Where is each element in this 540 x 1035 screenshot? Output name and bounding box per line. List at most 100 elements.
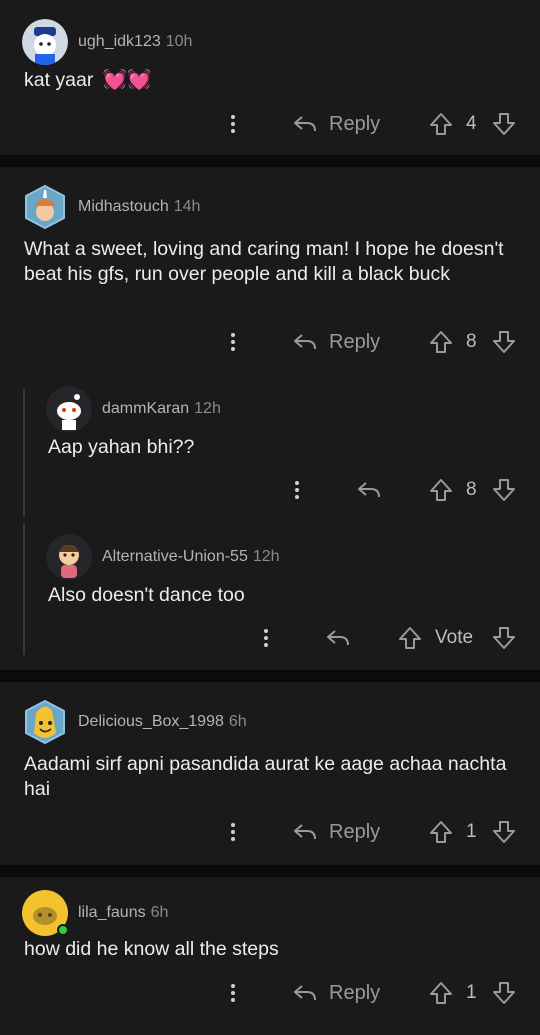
comment-actions: Reply 4 — [0, 108, 540, 140]
upvote-button[interactable] — [429, 108, 453, 140]
comment-actions: 8 — [0, 474, 540, 506]
downvote-button[interactable] — [492, 326, 516, 358]
more-options-button[interactable] — [287, 474, 307, 506]
more-options-icon — [264, 629, 268, 647]
username[interactable]: ugh_idk123 — [78, 33, 161, 51]
timestamp: 12h — [194, 400, 221, 417]
downvote-arrow-icon — [493, 821, 515, 843]
avatar[interactable] — [22, 184, 68, 230]
comment-actions: Reply 1 — [0, 816, 540, 848]
comment-actions: Reply 1 — [0, 977, 540, 1009]
comment-card: lila_fauns 6h how did he know all the st… — [0, 877, 540, 1035]
timestamp: 6h — [228, 713, 247, 730]
comment-actions: Reply 8 — [0, 326, 540, 358]
downvote-arrow-icon — [493, 627, 515, 649]
reply-header: Alternative-Union-55 12h — [46, 534, 280, 580]
reply-label: Reply — [329, 112, 381, 135]
upvote-button[interactable] — [429, 977, 453, 1009]
username[interactable]: Delicious_Box_1998 — [78, 713, 224, 731]
reply-label: Reply — [329, 981, 381, 1004]
vote-count: 1 — [466, 982, 477, 1003]
upvote-arrow-icon — [430, 821, 452, 843]
comment-text: Aap yahan bhi?? — [48, 436, 195, 458]
more-options-icon — [231, 333, 235, 351]
downvote-arrow-icon — [493, 331, 515, 353]
more-options-icon — [231, 823, 235, 841]
comment-card: Delicious_Box_1998 6h Aadami sirf apni p… — [0, 682, 540, 865]
reply-header: dammKaran 12h — [46, 386, 221, 432]
comment-header: Delicious_Box_1998 6h — [22, 699, 247, 745]
reply-label: Reply — [329, 820, 381, 843]
reply-button[interactable]: Reply — [292, 977, 380, 1009]
comment-actions: Vote — [0, 622, 540, 654]
downvote-button[interactable] — [492, 622, 516, 654]
downvote-button[interactable] — [492, 977, 516, 1009]
username[interactable]: dammKaran — [102, 400, 189, 418]
downvote-arrow-icon — [493, 982, 515, 1004]
username[interactable]: Midhastouch — [78, 198, 169, 216]
comment-card: Midhastouch 14h What a sweet, loving and… — [0, 167, 540, 670]
heart-emoji: 💓💓 — [102, 69, 152, 91]
username[interactable]: lila_fauns — [78, 904, 146, 922]
downvote-arrow-icon — [493, 479, 515, 501]
reply-arrow-icon — [294, 334, 316, 350]
reply-arrow-icon — [294, 985, 316, 1001]
avatar[interactable] — [46, 386, 92, 432]
reply-arrow-icon — [294, 824, 316, 840]
more-options-button[interactable] — [223, 816, 243, 848]
timestamp: 14h — [173, 198, 201, 215]
comment-text: Also doesn't dance too — [48, 584, 245, 606]
comment-text: Aadami sirf apni pasandida aurat ke aage… — [24, 753, 507, 800]
comment-text: What a sweet, loving and caring man! I h… — [24, 238, 504, 285]
upvote-button[interactable] — [429, 474, 453, 506]
reply-button[interactable] — [325, 622, 351, 654]
vote-count: 8 — [466, 331, 477, 352]
timestamp: 12h — [252, 548, 280, 565]
more-options-button[interactable] — [256, 622, 276, 654]
upvote-button[interactable] — [429, 816, 453, 848]
avatar[interactable] — [22, 19, 68, 65]
comment-text: kat yaar 💓💓 — [24, 69, 152, 91]
upvote-arrow-icon — [430, 113, 452, 135]
reply-button[interactable]: Reply — [292, 108, 380, 140]
vote-count: 8 — [466, 479, 477, 500]
vote-count: 4 — [466, 113, 477, 134]
more-options-icon — [231, 984, 235, 1002]
more-options-button[interactable] — [223, 326, 243, 358]
avatar[interactable] — [46, 534, 92, 580]
vote-count: 1 — [466, 821, 477, 842]
more-options-icon — [231, 115, 235, 133]
upvote-arrow-icon — [430, 331, 452, 353]
downvote-button[interactable] — [492, 108, 516, 140]
downvote-button[interactable] — [492, 474, 516, 506]
downvote-button[interactable] — [492, 816, 516, 848]
reply-arrow-icon — [358, 482, 380, 498]
timestamp: 6h — [150, 904, 169, 921]
reply-button[interactable] — [356, 474, 382, 506]
upvote-arrow-icon — [430, 982, 452, 1004]
upvote-button[interactable] — [398, 622, 422, 654]
online-indicator — [57, 924, 69, 936]
comment-header: Midhastouch 14h — [22, 184, 200, 230]
vote-label: Vote — [435, 627, 474, 648]
avatar[interactable] — [22, 890, 69, 936]
comment-header: ugh_idk123 10h — [22, 19, 192, 65]
timestamp: 10h — [165, 33, 193, 50]
downvote-arrow-icon — [493, 113, 515, 135]
reply-button[interactable]: Reply — [292, 816, 380, 848]
comment-header: lila_fauns 6h — [22, 890, 168, 936]
username[interactable]: Alternative-Union-55 — [102, 548, 248, 566]
reply-label: Reply — [329, 330, 381, 353]
more-options-icon — [295, 481, 299, 499]
reply-arrow-icon — [294, 116, 316, 132]
avatar[interactable] — [22, 699, 68, 745]
more-options-button[interactable] — [223, 977, 243, 1009]
upvote-arrow-icon — [430, 479, 452, 501]
more-options-button[interactable] — [223, 108, 243, 140]
upvote-arrow-icon — [399, 627, 421, 649]
upvote-button[interactable] — [429, 326, 453, 358]
comment-card: ugh_idk123 10h kat yaar 💓💓 Reply 4 — [0, 0, 540, 155]
reply-arrow-icon — [327, 630, 349, 646]
reply-button[interactable]: Reply — [292, 326, 380, 358]
comment-text: how did he know all the steps — [24, 938, 279, 960]
